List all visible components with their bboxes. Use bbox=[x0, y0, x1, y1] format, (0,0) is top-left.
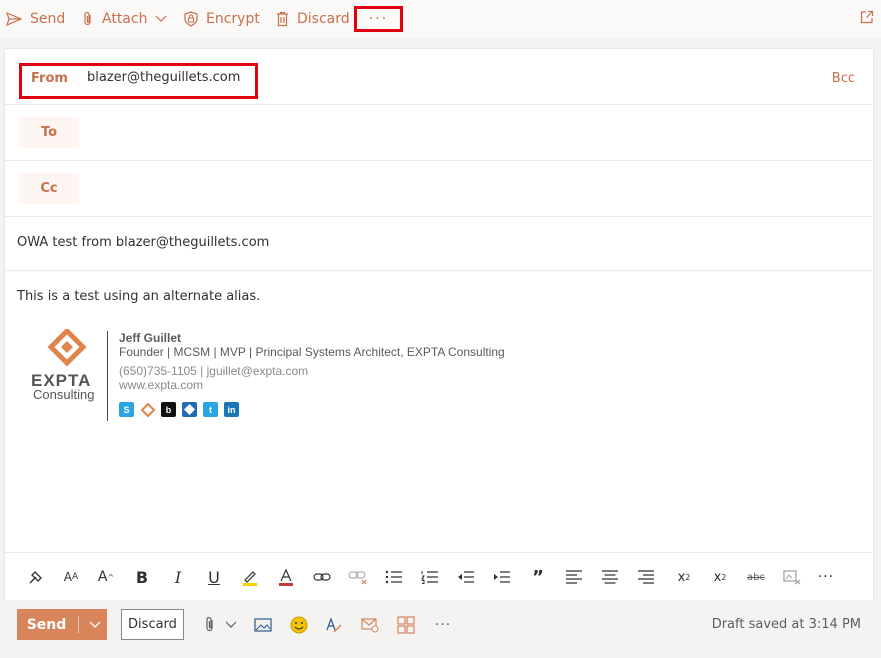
bold-icon[interactable]: B bbox=[131, 566, 153, 588]
numbering-icon[interactable] bbox=[419, 566, 441, 588]
discard-command-label: Discard bbox=[297, 11, 350, 27]
align-left-icon[interactable] bbox=[563, 566, 585, 588]
subscript-icon[interactable]: x2 bbox=[709, 566, 731, 588]
quote-icon[interactable]: ” bbox=[527, 566, 549, 588]
encrypt-command-label: Encrypt bbox=[206, 11, 260, 27]
cc-row: Cc bbox=[5, 161, 873, 217]
twitter-icon[interactable]: t bbox=[203, 402, 218, 417]
apps-icon[interactable] bbox=[396, 615, 416, 635]
formatting-toolbar: AA A ^ B I U ” x 2 x 2 abc ··· bbox=[5, 552, 873, 603]
shield-lock-icon bbox=[184, 11, 198, 27]
bullets-icon[interactable] bbox=[383, 566, 405, 588]
skype-icon[interactable]: S bbox=[119, 402, 134, 417]
expta-icon[interactable] bbox=[140, 402, 155, 417]
paperclip-icon bbox=[84, 11, 91, 26]
send-command[interactable]: Send bbox=[6, 0, 65, 38]
more-options-icon[interactable]: ··· bbox=[815, 566, 837, 588]
send-button[interactable]: Send bbox=[17, 609, 107, 640]
attach-command[interactable]: Attach bbox=[82, 0, 167, 38]
expta-logo-icon bbox=[47, 329, 87, 367]
emoji-icon[interactable] bbox=[289, 615, 309, 635]
strikethrough-icon[interactable]: abc bbox=[745, 566, 767, 588]
bcc-button[interactable]: Bcc bbox=[832, 71, 855, 86]
message-body[interactable]: This is a test using an alternate alias. bbox=[17, 289, 260, 304]
unlink-icon[interactable] bbox=[347, 566, 369, 588]
signature-contact: (650)735-1105 | jguillet@expta.com bbox=[119, 364, 309, 378]
send-options-chevron-icon[interactable] bbox=[82, 609, 107, 640]
clear-formatting-icon[interactable] bbox=[781, 566, 803, 588]
attach-command-label: Attach bbox=[102, 11, 148, 27]
blog-icon[interactable]: b bbox=[161, 402, 176, 417]
send-divider bbox=[78, 616, 79, 633]
from-row: From blazer@theguillets.com Bcc bbox=[5, 49, 873, 105]
discard-command[interactable]: Discard bbox=[276, 0, 350, 38]
align-center-icon[interactable] bbox=[599, 566, 621, 588]
action-bar: Send Discard ··· Draft saved at 3:14 PM bbox=[0, 600, 881, 650]
attach-chevron-icon[interactable] bbox=[221, 615, 241, 635]
compose-pane: From blazer@theguillets.com Bcc To Cc OW… bbox=[5, 49, 873, 605]
cc-button[interactable]: Cc bbox=[19, 173, 79, 204]
increase-indent-icon[interactable] bbox=[491, 566, 513, 588]
signature-title: Founder | MCSM | MVP | Principal Systems… bbox=[119, 345, 505, 359]
logo-subtext: Consulting bbox=[33, 387, 95, 402]
to-row: To bbox=[5, 105, 873, 161]
superscript-icon[interactable]: x2 bbox=[673, 566, 695, 588]
draft-status: Draft saved at 3:14 PM bbox=[711, 617, 861, 632]
send-button-label: Send bbox=[26, 616, 67, 633]
linkedin-icon[interactable]: in bbox=[224, 402, 239, 417]
insert-picture-icon[interactable] bbox=[253, 615, 273, 635]
more-actions-button[interactable]: ··· bbox=[433, 615, 453, 635]
link-icon[interactable] bbox=[311, 566, 333, 588]
signature-divider bbox=[107, 331, 108, 421]
signature-name: Jeff Guillet bbox=[119, 331, 182, 345]
italic-icon[interactable]: I bbox=[167, 566, 189, 588]
editor-icon[interactable] bbox=[324, 615, 344, 635]
discard-button[interactable]: Discard bbox=[121, 609, 184, 640]
chevron-down-icon[interactable] bbox=[155, 15, 167, 23]
subject-input[interactable]: OWA test from blazer@theguillets.com bbox=[17, 235, 269, 250]
font-grow-icon[interactable]: A ^ bbox=[95, 566, 117, 588]
font-color-icon[interactable] bbox=[275, 566, 297, 588]
font-size-icon[interactable]: AA bbox=[60, 566, 82, 588]
highlight-box-more bbox=[354, 6, 403, 32]
popout-icon[interactable] bbox=[860, 10, 874, 24]
attach-icon[interactable] bbox=[200, 615, 220, 635]
decrease-indent-icon[interactable] bbox=[455, 566, 477, 588]
align-right-icon[interactable] bbox=[635, 566, 657, 588]
send-command-label: Send bbox=[30, 11, 66, 27]
format-painter-icon[interactable] bbox=[25, 566, 47, 588]
highlight-box-from bbox=[19, 63, 258, 99]
mvp-icon[interactable] bbox=[182, 402, 197, 417]
encrypt-command[interactable]: Encrypt bbox=[184, 0, 260, 38]
send-icon bbox=[6, 12, 22, 26]
sensitivity-icon[interactable] bbox=[360, 615, 380, 635]
highlight-icon[interactable] bbox=[239, 566, 261, 588]
command-bar: Send Attach Encrypt Discard ··· bbox=[0, 0, 881, 38]
underline-icon[interactable]: U bbox=[203, 566, 225, 588]
to-button[interactable]: To bbox=[19, 117, 79, 148]
signature-website: www.expta.com bbox=[119, 378, 204, 392]
trash-icon bbox=[277, 11, 288, 27]
